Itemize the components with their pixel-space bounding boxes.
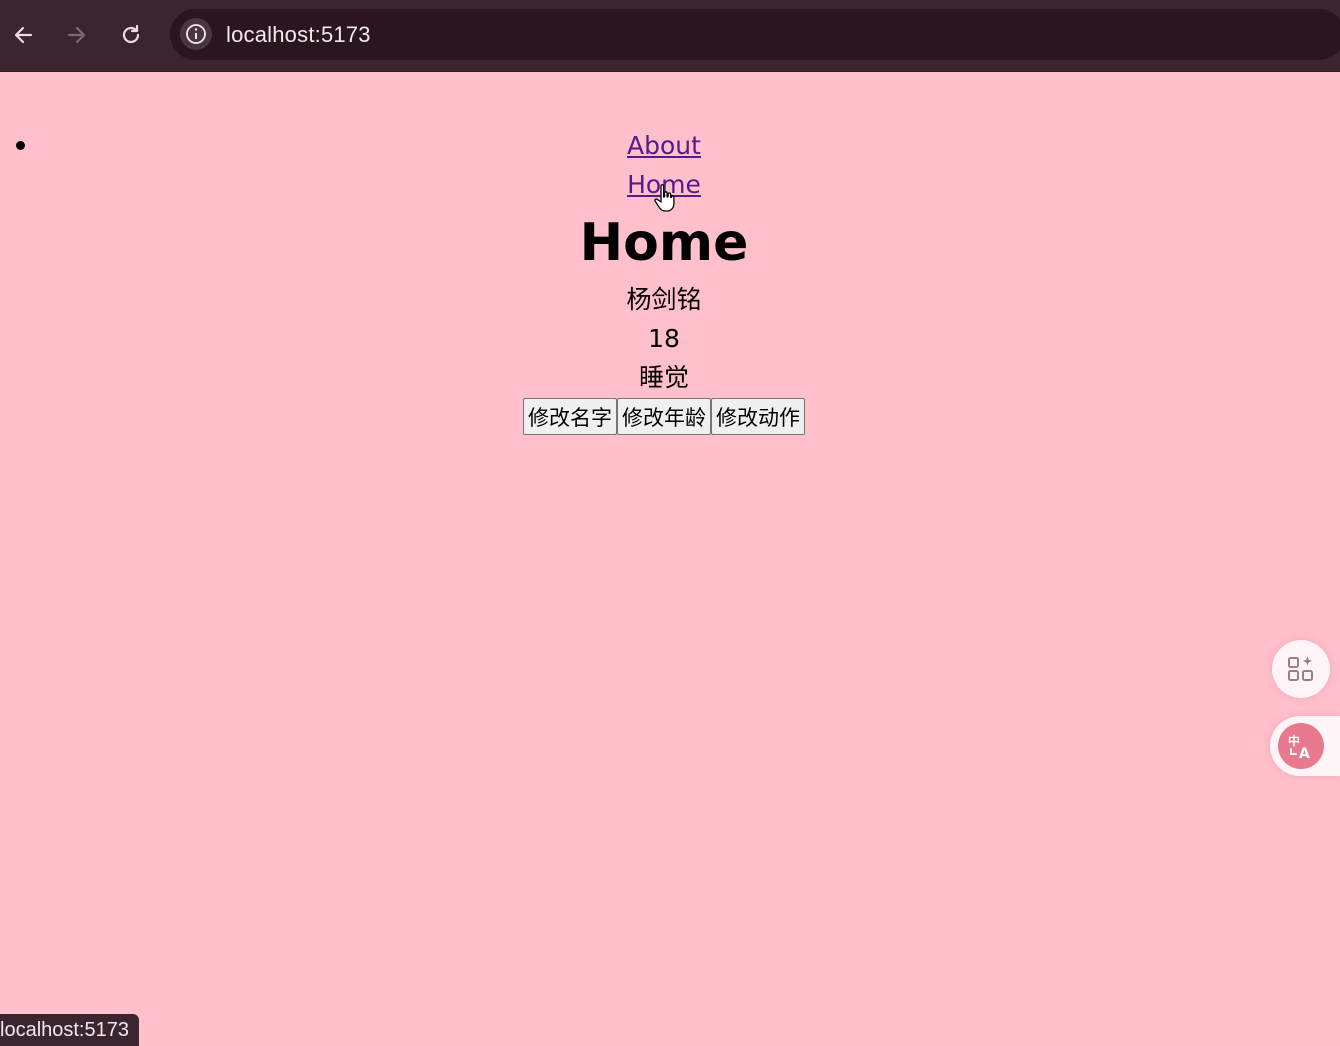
translate-button[interactable]: 中 A xyxy=(1278,723,1324,769)
page-content: About Home Home 杨剑铭 18 睡觉 修改名字 修改年龄 修改动作… xyxy=(0,72,1340,1046)
back-button[interactable] xyxy=(8,20,38,50)
status-url-bubble: localhost:5173 xyxy=(0,1014,139,1046)
person-action: 睡觉 xyxy=(638,363,689,392)
person-age: 18 xyxy=(648,324,680,353)
address-bar[interactable]: localhost:5173 xyxy=(170,9,1340,60)
info-icon xyxy=(186,24,206,44)
apps-sparkle-icon xyxy=(1288,656,1313,681)
button-row: 修改名字 修改年龄 修改动作 xyxy=(523,398,805,435)
hand-cursor-icon xyxy=(654,184,675,212)
browser-toolbar: localhost:5173 xyxy=(0,0,1340,72)
person-name: 杨剑铭 xyxy=(626,285,702,314)
arrow-left-icon xyxy=(14,26,33,44)
url-text[interactable]: localhost:5173 xyxy=(226,22,371,48)
apps-float-button[interactable] xyxy=(1272,640,1330,698)
svg-text:A: A xyxy=(1299,746,1310,761)
translate-icon: 中 A xyxy=(1288,733,1310,761)
translate-float-tab[interactable]: 中 A xyxy=(1270,716,1340,776)
nav-link-about[interactable]: About xyxy=(0,126,1328,165)
page-title: Home xyxy=(579,213,749,273)
arrow-right-icon xyxy=(67,26,86,44)
forward-button[interactable] xyxy=(62,20,92,50)
site-info-button[interactable] xyxy=(180,18,212,50)
change-name-button[interactable]: 修改名字 xyxy=(523,398,617,435)
reload-icon xyxy=(122,24,140,44)
change-action-button[interactable]: 修改动作 xyxy=(711,398,805,435)
change-age-button[interactable]: 修改年龄 xyxy=(617,398,711,435)
reload-button[interactable] xyxy=(116,20,146,50)
